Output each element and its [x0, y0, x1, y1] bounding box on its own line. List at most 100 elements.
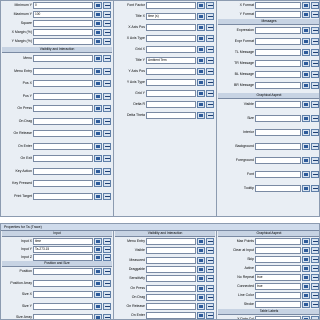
- link-variable-button[interactable]: [103, 38, 111, 45]
- link-variable-button[interactable]: [103, 302, 111, 310]
- select-value-button[interactable]: [302, 247, 310, 254]
- select-value-button[interactable]: [94, 291, 102, 298]
- link-variable-button[interactable]: [206, 101, 214, 108]
- link-variable-button[interactable]: [206, 238, 214, 245]
- property-value-field[interactable]: [146, 238, 196, 245]
- property-value-field[interactable]: [33, 105, 93, 112]
- link-variable-button[interactable]: [103, 67, 111, 75]
- select-value-button[interactable]: [302, 316, 310, 319]
- select-value-button[interactable]: [94, 246, 102, 253]
- link-variable-button[interactable]: [311, 60, 319, 67]
- select-value-button[interactable]: [302, 238, 310, 245]
- link-variable-button[interactable]: [206, 46, 214, 53]
- property-value-field[interactable]: [255, 185, 301, 192]
- property-value-field[interactable]: [146, 68, 196, 75]
- property-value-field[interactable]: Ambient Tem: [146, 57, 196, 64]
- select-value-button[interactable]: [94, 142, 102, 150]
- link-variable-button[interactable]: [206, 275, 214, 283]
- property-value-field[interactable]: [255, 292, 301, 299]
- property-value-field[interactable]: [33, 55, 93, 62]
- select-value-button[interactable]: [197, 265, 205, 273]
- select-value-button[interactable]: [197, 275, 205, 283]
- link-variable-button[interactable]: [311, 185, 319, 192]
- select-value-button[interactable]: [94, 192, 102, 200]
- property-value-field[interactable]: [255, 265, 301, 272]
- select-value-button[interactable]: [94, 130, 102, 137]
- property-value-field[interactable]: [255, 49, 301, 56]
- select-value-button[interactable]: [197, 312, 205, 319]
- select-value-button[interactable]: [197, 284, 205, 292]
- link-variable-button[interactable]: [311, 301, 319, 308]
- link-variable-button[interactable]: [103, 29, 111, 36]
- link-variable-button[interactable]: [206, 247, 214, 255]
- select-value-button[interactable]: [94, 155, 102, 162]
- property-value-field[interactable]: true: [255, 274, 301, 281]
- property-value-field[interactable]: [146, 101, 196, 108]
- select-value-button[interactable]: [302, 27, 310, 34]
- link-variable-button[interactable]: [206, 265, 214, 273]
- select-value-button[interactable]: [94, 302, 102, 310]
- property-value-field[interactable]: [146, 265, 196, 273]
- select-value-button[interactable]: [94, 11, 102, 18]
- link-variable-button[interactable]: [311, 129, 319, 136]
- link-variable-button[interactable]: [311, 71, 319, 78]
- select-value-button[interactable]: [197, 112, 205, 119]
- link-variable-button[interactable]: [311, 49, 319, 56]
- property-value-field[interactable]: [146, 284, 196, 292]
- property-value-field[interactable]: [255, 115, 301, 122]
- select-value-button[interactable]: [197, 13, 205, 20]
- link-variable-button[interactable]: [311, 38, 319, 45]
- link-variable-button[interactable]: [311, 265, 319, 272]
- property-value-field[interactable]: [146, 247, 196, 255]
- link-variable-button[interactable]: [311, 256, 319, 263]
- property-value-field[interactable]: [146, 2, 196, 9]
- property-value-field[interactable]: [255, 82, 301, 89]
- property-value-field[interactable]: [33, 291, 93, 298]
- select-value-button[interactable]: [94, 80, 102, 87]
- link-variable-button[interactable]: [103, 130, 111, 137]
- property-value-field[interactable]: time: [33, 238, 93, 245]
- property-value-field[interactable]: [146, 303, 196, 311]
- property-value-field[interactable]: [146, 275, 196, 283]
- property-value-field[interactable]: [146, 46, 196, 53]
- select-value-button[interactable]: [302, 171, 310, 178]
- link-variable-button[interactable]: [206, 303, 214, 311]
- property-value-field[interactable]: [255, 301, 301, 308]
- link-variable-button[interactable]: [103, 180, 111, 187]
- link-variable-button[interactable]: [103, 55, 111, 62]
- select-value-button[interactable]: [94, 238, 102, 245]
- link-variable-button[interactable]: [206, 13, 214, 20]
- property-value-field[interactable]: [146, 293, 196, 301]
- select-value-button[interactable]: [94, 38, 102, 45]
- link-variable-button[interactable]: [206, 68, 214, 75]
- property-value-field[interactable]: [255, 157, 301, 164]
- select-value-button[interactable]: [302, 185, 310, 192]
- property-value-field[interactable]: [33, 167, 93, 175]
- link-variable-button[interactable]: [103, 80, 111, 87]
- property-value-field[interactable]: [146, 24, 196, 31]
- property-value-field[interactable]: [255, 11, 301, 18]
- link-variable-button[interactable]: [311, 2, 319, 9]
- select-value-button[interactable]: [302, 129, 310, 136]
- property-value-field[interactable]: [255, 256, 301, 263]
- select-value-button[interactable]: [302, 256, 310, 263]
- select-value-button[interactable]: [302, 60, 310, 67]
- select-value-button[interactable]: [94, 92, 102, 100]
- property-value-field[interactable]: [255, 27, 301, 34]
- link-variable-button[interactable]: [103, 246, 111, 253]
- link-variable-button[interactable]: [311, 316, 319, 319]
- property-value-field[interactable]: [255, 316, 301, 319]
- link-variable-button[interactable]: [103, 279, 111, 287]
- select-value-button[interactable]: [197, 57, 205, 64]
- link-variable-button[interactable]: [311, 247, 319, 254]
- select-value-button[interactable]: [302, 71, 310, 78]
- property-value-field[interactable]: [146, 90, 196, 97]
- property-value-field[interactable]: [255, 247, 301, 254]
- select-value-button[interactable]: [302, 274, 310, 281]
- select-value-button[interactable]: [94, 180, 102, 187]
- property-value-field[interactable]: [255, 238, 301, 245]
- link-variable-button[interactable]: [311, 238, 319, 245]
- property-value-field[interactable]: [33, 268, 93, 275]
- property-value-field[interactable]: time (s): [146, 13, 196, 20]
- select-value-button[interactable]: [197, 101, 205, 108]
